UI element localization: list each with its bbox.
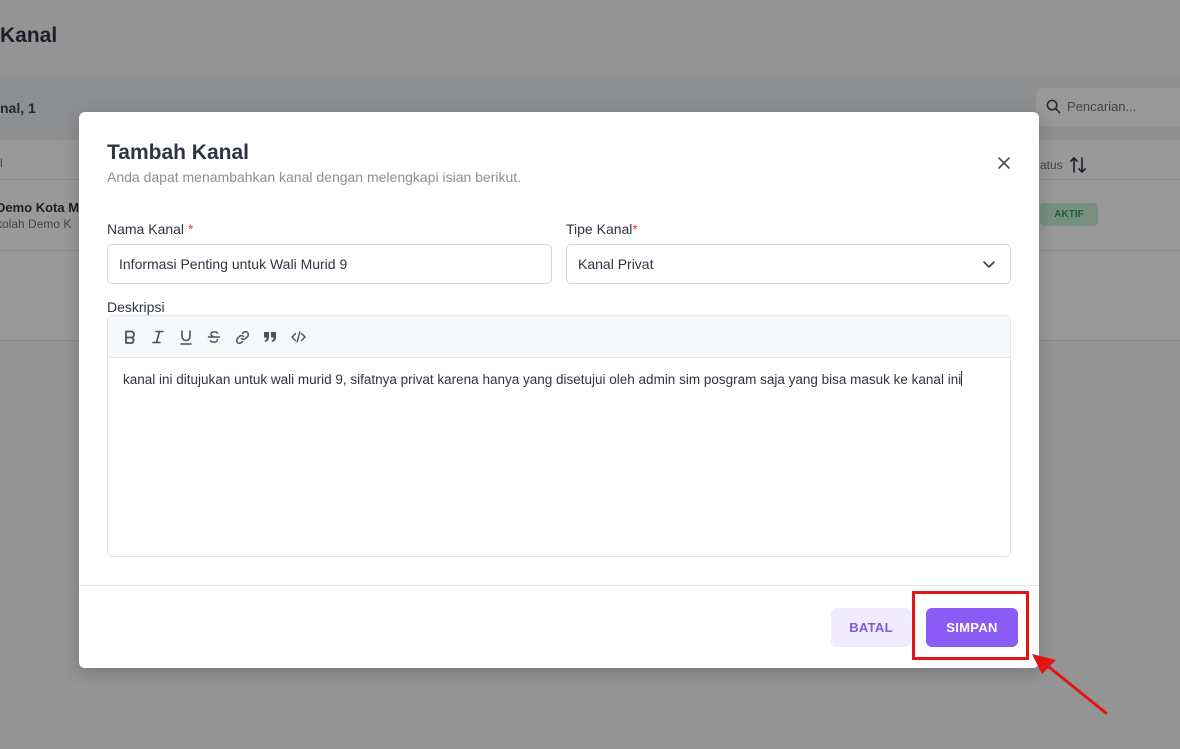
editor-toolbar [108,316,1010,358]
quote-icon[interactable] [261,328,279,346]
add-channel-modal: Tambah Kanal Anda dapat menambahkan kana… [79,112,1039,668]
annotation-highlight-box [912,591,1029,660]
required-mark: * [632,221,638,237]
annotation-arrow-icon [1032,654,1108,715]
code-icon[interactable] [289,328,307,346]
link-icon[interactable] [233,328,251,346]
underline-icon[interactable] [177,328,195,346]
strikethrough-icon[interactable] [205,328,223,346]
cancel-button[interactable]: BATAL [831,608,911,647]
description-label: Deskripsi [107,299,165,315]
close-icon[interactable] [991,150,1017,176]
bold-icon[interactable] [121,328,139,346]
chevron-down-icon [983,261,995,268]
channel-type-label: Tipe Kanal* [566,221,638,237]
description-editor[interactable]: kanal ini ditujukan untuk wali murid 9, … [107,315,1011,557]
italic-icon[interactable] [149,328,167,346]
modal-title: Tambah Kanal [107,141,249,164]
required-mark: * [187,221,194,237]
channel-type-select[interactable]: Kanal Privat [566,244,1011,284]
channel-type-value: Kanal Privat [578,256,654,272]
channel-name-label: Nama Kanal * [107,221,194,237]
modal-subtitle: Anda dapat menambahkan kanal dengan mele… [107,169,522,185]
modal-footer-divider [79,585,1039,586]
text-caret [961,371,963,386]
description-text[interactable]: kanal ini ditujukan untuk wali murid 9, … [123,371,963,387]
channel-name-input[interactable]: Informasi Penting untuk Wali Murid 9 [107,244,552,284]
